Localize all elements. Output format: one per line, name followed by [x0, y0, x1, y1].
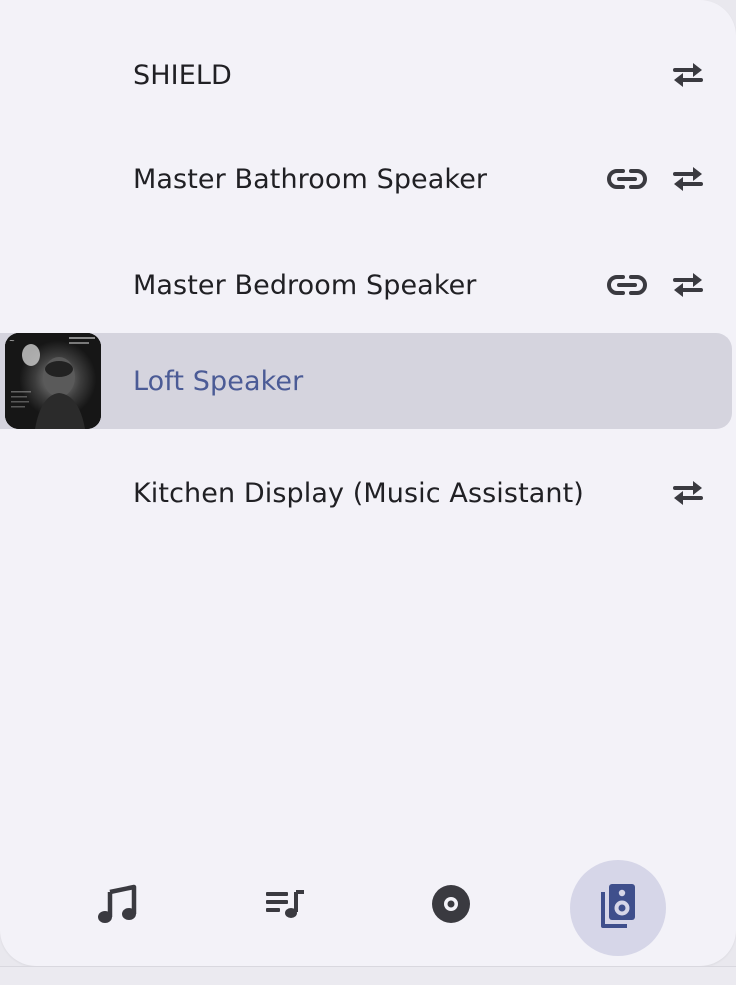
bottom-navigation [0, 858, 736, 958]
player-name: SHIELD [133, 59, 232, 91]
player-row-shield[interactable]: SHIELD [0, 27, 732, 123]
swap-horizontal-icon[interactable] [668, 473, 708, 513]
player-name: Master Bathroom Speaker [133, 163, 488, 195]
player-row-master-bathroom-speaker[interactable]: Master Bathroom Speaker [0, 131, 732, 227]
nav-queue[interactable] [237, 858, 333, 954]
swap-horizontal-icon[interactable] [668, 265, 708, 305]
swap-horizontal-icon[interactable] [668, 159, 708, 199]
sheet-bottom-edge [0, 966, 736, 985]
player-row-kitchen-display[interactable]: Kitchen Display (Music Assistant) [0, 445, 732, 541]
playlist-icon [264, 888, 306, 924]
player-name: Kitchen Display (Music Assistant) [133, 477, 584, 509]
album-art: ~ [5, 333, 101, 429]
player-name: Master Bedroom Speaker [133, 269, 477, 301]
player-row-master-bedroom-speaker[interactable]: Master Bedroom Speaker [0, 237, 732, 333]
player-selector-sheet: SHIELD Master Bathroom Speaker Master Be… [0, 0, 736, 966]
player-row-loft-speaker[interactable]: ~ Loft Speaker [0, 333, 732, 429]
link-icon[interactable] [607, 265, 647, 305]
nav-now-playing[interactable] [69, 858, 165, 954]
nav-players[interactable] [570, 860, 666, 956]
album-disc-icon [430, 883, 472, 929]
music-note-icon [96, 884, 138, 928]
player-name: Loft Speaker [133, 365, 304, 397]
svg-text:~: ~ [9, 337, 15, 345]
speaker-group-icon [598, 882, 638, 934]
swap-horizontal-icon[interactable] [668, 55, 708, 95]
nav-library[interactable] [403, 858, 499, 954]
link-icon[interactable] [607, 159, 647, 199]
